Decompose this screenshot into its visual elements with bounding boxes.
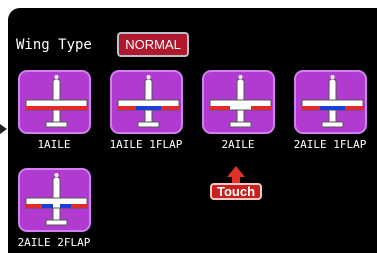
touch-callout: Touch bbox=[210, 166, 262, 200]
plane-1aile-icon bbox=[25, 75, 88, 128]
arrow-stem bbox=[232, 176, 240, 183]
option-1aile-1flap-button[interactable] bbox=[110, 70, 183, 134]
option-2aile-1flap-label: 2AILE 1FLAP bbox=[293, 138, 367, 151]
option-1aile-label: 1AILE bbox=[37, 138, 71, 151]
plane-1aile-1flap-icon bbox=[117, 75, 180, 128]
option-2aile-label: 2AILE bbox=[221, 138, 255, 151]
wing-type-value-button[interactable]: NORMAL bbox=[117, 32, 189, 57]
option-2aile-2flap-button[interactable] bbox=[18, 168, 91, 232]
option-2aile-button[interactable] bbox=[202, 70, 275, 134]
option-1aile-1flap-label: 1AILE 1FLAP bbox=[109, 138, 183, 151]
option-1aile-button[interactable] bbox=[18, 70, 91, 134]
plane-2aile-1flap-icon bbox=[301, 75, 364, 128]
plane-2aile-icon bbox=[209, 75, 272, 128]
option-2aile-2flap-label: 2AILE 2FLAP bbox=[17, 236, 91, 249]
option-2aile-1flap-button[interactable] bbox=[294, 70, 367, 134]
pointer-marker bbox=[0, 124, 7, 134]
plane-2aile-2flap-icon bbox=[25, 173, 88, 226]
touch-label: Touch bbox=[210, 183, 262, 200]
wing-type-label: Wing Type bbox=[16, 37, 92, 53]
